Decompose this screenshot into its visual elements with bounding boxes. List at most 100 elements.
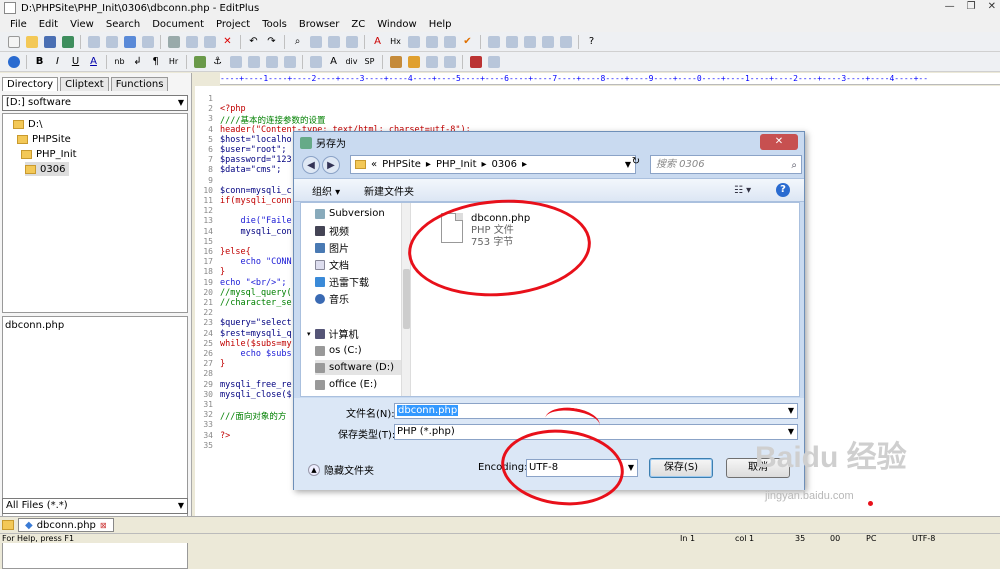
organize-button[interactable]: 组织 ▾	[312, 183, 340, 198]
file-list-item[interactable]: dbconn.php	[5, 320, 64, 331]
check-icon[interactable]: ✔	[460, 34, 475, 49]
open-folder-icon[interactable]	[24, 34, 39, 49]
nav-item-drive-e[interactable]: office (E:)	[315, 377, 405, 392]
tool-icon[interactable]	[388, 54, 403, 69]
help-icon[interactable]: ?	[584, 34, 599, 49]
find-in-files-icon[interactable]	[326, 34, 341, 49]
hr-button[interactable]: Hr	[166, 54, 181, 69]
color-picker-icon[interactable]	[406, 54, 421, 69]
menu-edit[interactable]: Edit	[33, 19, 64, 30]
pre-icon[interactable]	[246, 54, 261, 69]
undo-icon[interactable]: ↶	[246, 34, 261, 49]
bold-button[interactable]: B	[32, 54, 47, 69]
minimize-button[interactable]: —	[945, 1, 955, 12]
forward-arrow-icon[interactable]: ▶	[322, 156, 340, 174]
menu-help[interactable]: Help	[423, 19, 458, 30]
help-icon[interactable]: ?	[776, 183, 790, 197]
view-options-icon[interactable]: ☷ ▾	[734, 185, 751, 196]
print-preview-icon[interactable]	[104, 34, 119, 49]
menu-zc[interactable]: ZC	[345, 19, 371, 30]
drive-select[interactable]: [D:] software ▼	[2, 95, 188, 111]
directory-window-icon[interactable]	[504, 34, 519, 49]
save-button[interactable]: 保存(S)	[649, 458, 713, 478]
table-icon[interactable]	[228, 54, 243, 69]
navigation-scrollbar[interactable]	[401, 203, 410, 396]
nav-item-drive-c[interactable]: os (C:)	[315, 343, 405, 358]
ruler-icon[interactable]	[424, 34, 439, 49]
breadcrumb-php-init[interactable]: PHP_Init	[436, 159, 477, 170]
menu-search[interactable]: Search	[100, 19, 146, 30]
span-button[interactable]: SP	[362, 54, 377, 69]
search-input[interactable]: 搜索 0306 ⌕	[650, 155, 802, 174]
div-button[interactable]: div	[344, 54, 359, 69]
nav-item-music[interactable]: 音乐	[315, 291, 405, 306]
script-icon[interactable]	[424, 54, 439, 69]
tree-item-phpsite[interactable]: PHPSite	[17, 132, 71, 146]
paste-icon[interactable]	[202, 34, 217, 49]
close-icon[interactable]: ⊠	[100, 521, 107, 530]
print-icon[interactable]	[86, 34, 101, 49]
refresh-icon[interactable]: ↻	[628, 156, 644, 172]
paragraph-icon[interactable]: ¶	[148, 54, 163, 69]
comment-icon[interactable]	[264, 54, 279, 69]
nav-item-documents[interactable]: 文档	[315, 257, 405, 272]
find-icon[interactable]: ⌕	[290, 34, 305, 49]
preview-icon[interactable]	[140, 34, 155, 49]
nbsp-button[interactable]: nb	[112, 54, 127, 69]
anchor-icon[interactable]: ⚓	[210, 54, 225, 69]
menu-window[interactable]: Window	[371, 19, 422, 30]
font-icon[interactable]: A	[370, 34, 385, 49]
hex-icon[interactable]: Hx	[388, 34, 403, 49]
tree-item-drive[interactable]: D:\	[13, 117, 42, 131]
goto-icon[interactable]	[344, 34, 359, 49]
nav-item-videos[interactable]: 视频	[315, 223, 405, 238]
file-filter-select[interactable]: All Files (*.*) ▼	[2, 498, 188, 514]
hide-folders-toggle[interactable]: ▲ 隐藏文件夹	[308, 462, 374, 477]
document-tab[interactable]: ◆ dbconn.php ⊠	[18, 518, 114, 532]
browser-icon[interactable]	[6, 54, 21, 69]
menu-project[interactable]: Project	[210, 19, 256, 30]
tab-functions[interactable]: Functions	[110, 77, 169, 91]
redo-icon[interactable]: ↷	[264, 34, 279, 49]
cut-icon[interactable]	[166, 34, 181, 49]
line-break-icon[interactable]: ↲	[130, 54, 145, 69]
font-color-button[interactable]: A	[86, 54, 101, 69]
address-bar[interactable]: « PHPSite ▸ PHP_Init ▸ 0306 ▸ ▼	[350, 155, 636, 174]
scrollbar-thumb[interactable]	[403, 269, 410, 329]
form-icon[interactable]	[282, 54, 297, 69]
menu-document[interactable]: Document	[146, 19, 210, 30]
spellcheck-icon[interactable]	[122, 34, 137, 49]
tree-item-0306[interactable]: 0306	[25, 162, 70, 176]
line-number-icon[interactable]	[442, 34, 457, 49]
css-icon[interactable]	[442, 54, 457, 69]
nav-item-subversion[interactable]: Subversion	[315, 206, 405, 221]
italic-button[interactable]: I	[50, 54, 65, 69]
menu-file[interactable]: File	[4, 19, 33, 30]
nav-item-thunder-downloads[interactable]: 迅雷下载	[315, 274, 405, 289]
fullscreen-icon[interactable]	[558, 34, 573, 49]
save-all-icon[interactable]	[60, 34, 75, 49]
dialog-close-button[interactable]: ✕	[760, 134, 798, 150]
back-arrow-icon[interactable]: ◀	[302, 156, 320, 174]
breadcrumb-overflow[interactable]: «	[371, 159, 377, 170]
breadcrumb-0306[interactable]: 0306	[492, 159, 517, 170]
nav-item-drive-d[interactable]: software (D:)	[315, 360, 405, 375]
output-window-icon[interactable]	[522, 34, 537, 49]
cliptext-window-icon[interactable]	[540, 34, 555, 49]
breadcrumb-phpsite[interactable]: PHPSite	[382, 159, 421, 170]
tab-directory[interactable]: Directory	[2, 77, 59, 91]
save-icon[interactable]	[42, 34, 57, 49]
menu-view[interactable]: View	[64, 19, 100, 30]
replace-icon[interactable]	[308, 34, 323, 49]
frame-icon[interactable]	[308, 54, 323, 69]
word-wrap-icon[interactable]	[406, 34, 421, 49]
window-list-icon[interactable]	[486, 34, 501, 49]
maximize-button[interactable]: ❐	[967, 1, 976, 12]
new-file-icon[interactable]	[6, 34, 21, 49]
template-icon[interactable]	[486, 54, 501, 69]
new-folder-button[interactable]: 新建文件夹	[364, 183, 414, 198]
tree-item-php-init[interactable]: PHP_Init	[21, 147, 77, 161]
menu-tools[interactable]: Tools	[256, 19, 293, 30]
tab-cliptext[interactable]: Cliptext	[60, 77, 109, 91]
copy-icon[interactable]	[184, 34, 199, 49]
